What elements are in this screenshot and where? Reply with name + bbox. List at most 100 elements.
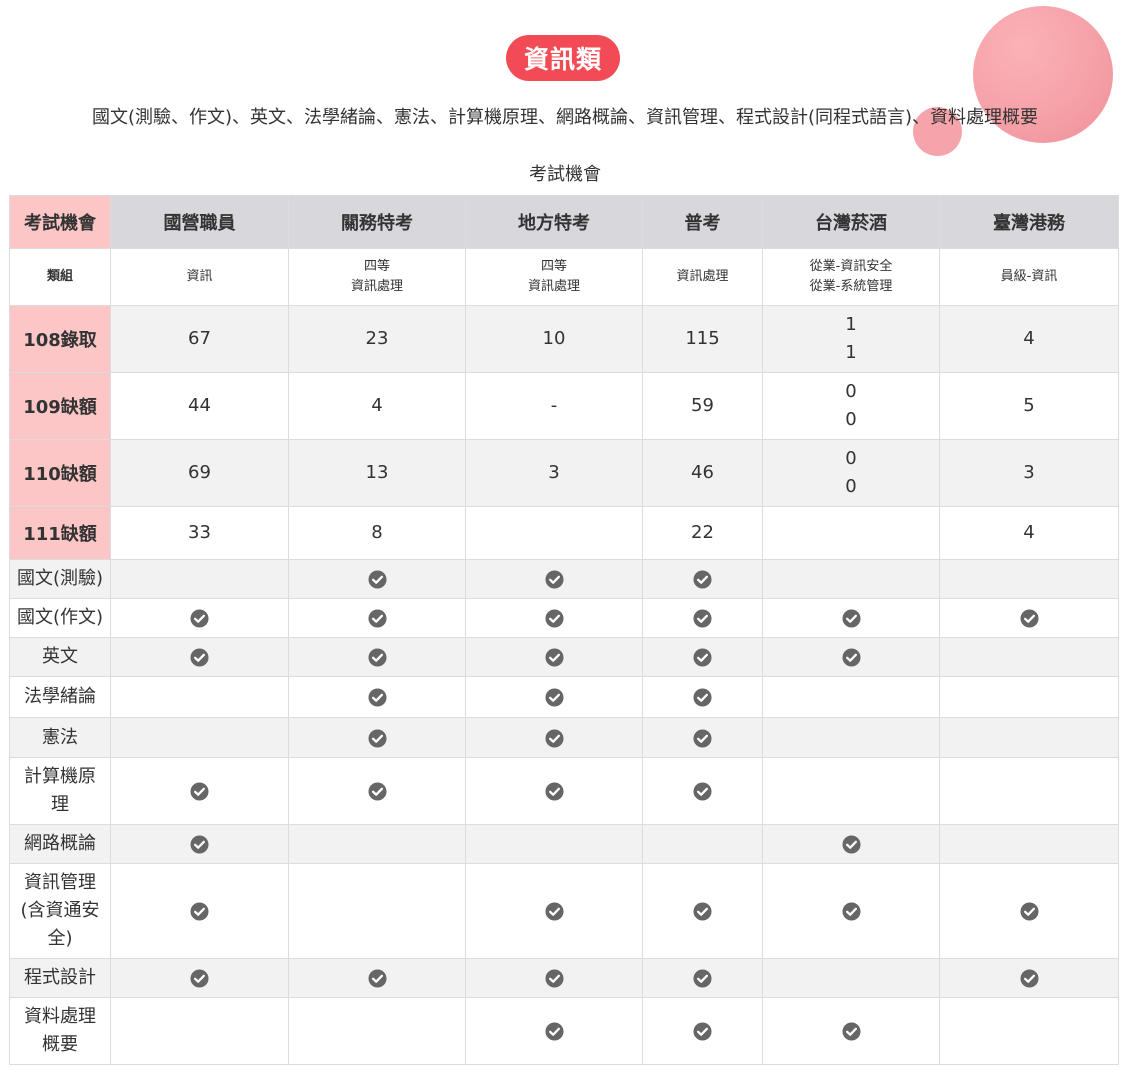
subject-cell <box>465 559 643 599</box>
stat-value: 13 <box>365 462 389 483</box>
subject-cell <box>110 559 289 599</box>
subject-cell <box>939 757 1119 825</box>
subject-cell <box>762 997 940 1065</box>
column-header: 臺灣港務 <box>939 195 1119 249</box>
subject-cell <box>465 757 643 825</box>
check-circle-icon <box>693 782 712 801</box>
subject-cell <box>465 958 643 998</box>
subject-label: 網路概論 <box>9 824 111 864</box>
subject-cell <box>288 958 466 998</box>
stat-cell: 23 <box>288 305 466 373</box>
subject-cell <box>939 559 1119 599</box>
subject-label: 憲法 <box>9 717 111 758</box>
subject-label-line: 憲法 <box>42 726 78 748</box>
subject-cell <box>762 717 940 758</box>
subject-cell <box>465 997 643 1065</box>
stat-value: 4 <box>1023 328 1035 349</box>
check-circle-icon <box>1019 969 1039 988</box>
class-cell: 資訊處理 <box>642 248 763 306</box>
check-circle-icon <box>693 728 712 748</box>
subject-label: 國文(測驗) <box>9 559 111 599</box>
stat-value: 67 <box>188 328 211 349</box>
class-cell-line: 從業-資訊安全 <box>809 259 893 274</box>
subject-label-line: 國文(作文) <box>16 607 104 628</box>
stat-cell: 3 <box>465 439 643 507</box>
check-circle-icon <box>1019 609 1039 628</box>
subject-cell <box>465 598 643 638</box>
check-circle-icon <box>544 1022 564 1041</box>
stat-cell: 10 <box>465 305 643 373</box>
class-cell: 員級-資訊 <box>939 248 1119 306</box>
subject-cell <box>939 598 1119 638</box>
subject-cell <box>465 717 643 758</box>
subject-cell <box>288 997 466 1065</box>
subject-cell <box>642 958 763 998</box>
subject-cell <box>939 824 1119 864</box>
subject-label: 程式設計 <box>9 958 111 998</box>
stat-cell: 11 <box>762 305 940 373</box>
check-circle-icon <box>841 902 861 921</box>
class-cell-line: 資訊 <box>186 269 213 284</box>
subject-cell <box>939 637 1119 677</box>
check-circle-icon <box>693 902 712 921</box>
check-circle-icon <box>693 688 712 707</box>
subject-cell <box>642 824 763 864</box>
class-cell-line: 資訊處理 <box>676 269 729 284</box>
check-circle-icon <box>841 835 861 854</box>
subject-label: 資料處理 概要 <box>9 997 111 1065</box>
check-circle-icon <box>841 648 861 667</box>
subject-cell <box>939 997 1119 1065</box>
class-cell: 資訊 <box>110 248 289 306</box>
check-circle-icon <box>544 969 564 988</box>
subject-cell <box>939 676 1119 718</box>
check-circle-icon <box>544 688 564 707</box>
check-circle-icon <box>190 902 209 921</box>
stat-value: 69 <box>188 462 211 483</box>
stat-value: 0 <box>845 476 857 497</box>
check-circle-icon <box>367 570 387 589</box>
class-cell: 從業-資訊安全 從業-系統管理 <box>762 248 940 306</box>
subject-label: 國文(作文) <box>9 598 111 638</box>
subject-cell <box>288 559 466 599</box>
subject-cell <box>642 559 763 599</box>
subject-cell <box>465 637 643 677</box>
stat-value: 1 <box>845 314 857 335</box>
subject-cell <box>288 757 466 825</box>
stat-value: 46 <box>691 462 714 483</box>
stat-value: 0 <box>845 381 857 402</box>
subject-label: 法學緒論 <box>9 676 111 718</box>
subject-cell <box>110 863 289 959</box>
check-circle-icon <box>190 835 209 854</box>
subject-label-line: 國文(測驗) <box>16 568 104 589</box>
subject-list: 國文(測驗、作文)、英文、法學緒論、憲法、計算機原理、網路概論、資訊管理、程式設… <box>91 107 1039 128</box>
stat-cell: 69 <box>110 439 289 507</box>
subject-cell <box>642 997 763 1065</box>
stat-value: 3 <box>548 462 560 483</box>
subject-label: 計算機原理 <box>9 757 111 825</box>
subject-cell <box>762 824 940 864</box>
subject-cell <box>110 958 289 998</box>
check-circle-icon <box>190 969 209 988</box>
stat-cell: 13 <box>288 439 466 507</box>
subject-label-line: 資料處理 <box>24 1006 96 1027</box>
subject-cell <box>288 717 466 758</box>
class-cell-line: 四等 <box>363 259 390 274</box>
stat-cell: 4 <box>939 305 1119 373</box>
stat-value: 8 <box>371 522 383 543</box>
check-circle-icon <box>367 648 387 667</box>
column-header: 國營職員 <box>110 195 289 249</box>
check-circle-icon <box>190 782 209 801</box>
class-cell-line: 資訊處理 <box>527 279 580 294</box>
subject-cell <box>110 717 289 758</box>
stat-value: 0 <box>845 448 857 469</box>
subject-cell <box>939 717 1119 758</box>
class-cell-line: 員級-資訊 <box>1000 269 1058 284</box>
subject-cell <box>762 559 940 599</box>
stat-value: 0 <box>845 409 857 430</box>
stat-cell: 44 <box>110 372 289 440</box>
stat-value: 5 <box>1023 395 1035 416</box>
category-badge: 資訊類 <box>506 35 620 81</box>
row-label-class: 類組 <box>9 248 111 306</box>
stat-cell: 5 <box>939 372 1119 440</box>
subject-cell <box>465 824 643 864</box>
